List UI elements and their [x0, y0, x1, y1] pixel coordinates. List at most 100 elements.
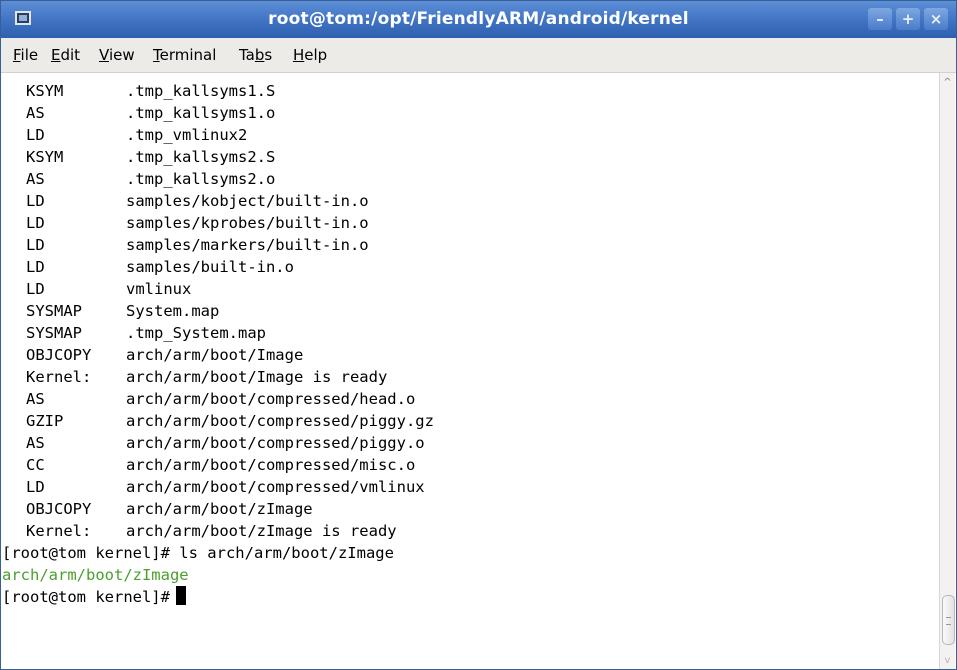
build-step-tag: KSYM	[26, 148, 64, 166]
build-step-tag: OBJCOPY	[26, 346, 92, 364]
build-step-target: arch/arm/boot/zImage	[126, 500, 313, 518]
text-cursor	[175, 586, 186, 605]
build-step-tag: LD	[26, 214, 45, 232]
output-line: SYSMAP .tmp_System.map	[12, 322, 266, 344]
build-step-tag: SYSMAP	[26, 324, 82, 342]
menu-view[interactable]: View	[99, 46, 135, 64]
command-line: [root@tom kernel]# ls arch/arm/boot/zIma…	[2, 544, 394, 562]
menu-view-mnemonic: V	[99, 46, 109, 64]
build-step-target: arch/arm/boot/compressed/vmlinux	[126, 478, 425, 496]
output-line: LD arch/arm/boot/compressed/vmlinux	[12, 476, 425, 498]
menu-tabs-prefix: Ta	[239, 46, 255, 64]
build-step-tag: Kernel:	[26, 522, 92, 540]
build-step-target: samples/built-in.o	[126, 258, 294, 276]
build-step-target: arch/arm/boot/compressed/piggy.gz	[126, 412, 434, 430]
window-controls: – + ×	[868, 8, 948, 30]
menu-help-mnemonic: H	[293, 46, 305, 64]
output-line: CC arch/arm/boot/compressed/misc.o	[12, 454, 415, 476]
output-line: Kernel: arch/arm/boot/zImage is ready	[12, 520, 397, 542]
menu-file[interactable]: File	[13, 46, 38, 64]
build-step-target: .tmp_kallsyms1.o	[126, 104, 276, 122]
output-line: KSYM .tmp_kallsyms1.S	[12, 80, 275, 102]
shell-prompt-line[interactable]: [root@tom kernel]#	[2, 586, 186, 608]
build-step-target: vmlinux	[126, 280, 192, 298]
build-step-tag: LD	[26, 280, 45, 298]
window-title: root@tom:/opt/FriendlyARM/android/kernel	[268, 9, 689, 29]
output-line: LD samples/kobject/built-in.o	[12, 190, 369, 212]
output-line: OBJCOPY arch/arm/boot/zImage	[12, 498, 313, 520]
menu-file-mnemonic: F	[13, 46, 21, 64]
build-step-tag: LD	[26, 236, 45, 254]
menu-help[interactable]: Help	[293, 46, 327, 64]
build-step-target: .tmp_kallsyms2.S	[126, 148, 276, 166]
build-step-target: samples/kobject/built-in.o	[126, 192, 369, 210]
shell-prompt: [root@tom kernel]#	[2, 588, 170, 606]
build-step-tag: KSYM	[26, 82, 64, 100]
output-line: LD samples/kprobes/built-in.o	[12, 212, 369, 234]
output-line: GZIP arch/arm/boot/compressed/piggy.gz	[12, 410, 434, 432]
output-line: LD vmlinux	[12, 278, 191, 300]
terminal-window: root@tom:/opt/FriendlyARM/android/kernel…	[0, 0, 957, 670]
output-line: KSYM .tmp_kallsyms2.S	[12, 146, 275, 168]
scroll-up-arrow-icon[interactable]: ^	[940, 77, 955, 89]
build-step-tag: AS	[26, 390, 45, 408]
build-step-target: System.map	[126, 302, 220, 320]
build-step-tag: LD	[26, 192, 45, 210]
title-bar[interactable]: root@tom:/opt/FriendlyARM/android/kernel…	[1, 1, 956, 38]
build-step-target: arch/arm/boot/compressed/head.o	[126, 390, 416, 408]
menu-terminal[interactable]: Terminal	[153, 46, 216, 64]
menu-file-label: ile	[20, 46, 39, 64]
menu-edit-label: dit	[60, 46, 81, 64]
menu-terminal-label: erminal	[159, 46, 217, 64]
build-step-target: .tmp_vmlinux2	[126, 126, 248, 144]
build-step-tag: LD	[26, 126, 45, 144]
terminal-output[interactable]: KSYM .tmp_kallsyms1.S AS .tmp_kallsyms1.o …	[2, 73, 941, 669]
output-line: AS arch/arm/boot/compressed/piggy.o	[12, 432, 425, 454]
scroll-down-arrow-icon[interactable]: v	[940, 655, 955, 667]
output-line: LD samples/markers/built-in.o	[12, 234, 369, 256]
output-line: AS .tmp_kallsyms2.o	[12, 168, 275, 190]
build-step-tag: GZIP	[26, 412, 64, 430]
menu-tabs-label: s	[264, 46, 273, 64]
vertical-scrollbar[interactable]: ^ v	[939, 73, 955, 669]
scrollbar-grip	[946, 617, 951, 625]
build-step-tag: AS	[26, 170, 45, 188]
build-step-tag: AS	[26, 104, 45, 122]
build-step-target: arch/arm/boot/Image	[126, 346, 304, 364]
menu-terminal-mnemonic: T	[153, 46, 160, 64]
output-line: Kernel: arch/arm/boot/Image is ready	[12, 366, 387, 388]
menu-help-label: elp	[304, 46, 328, 64]
output-line: LD .tmp_vmlinux2	[12, 124, 247, 146]
build-step-target: .tmp_kallsyms1.S	[126, 82, 276, 100]
build-step-tag: AS	[26, 434, 45, 452]
build-step-tag: LD	[26, 478, 45, 496]
output-line: AS arch/arm/boot/compressed/head.o	[12, 388, 415, 410]
build-step-target: arch/arm/boot/zImage is ready	[126, 522, 397, 540]
command-output: arch/arm/boot/zImage	[2, 566, 189, 584]
menu-view-label: iew	[108, 46, 135, 64]
menu-tabs[interactable]: Tabs	[239, 46, 272, 64]
build-step-tag: SYSMAP	[26, 302, 82, 320]
build-step-tag: CC	[26, 456, 45, 474]
build-step-target: .tmp_System.map	[126, 324, 266, 342]
output-line: LD samples/built-in.o	[12, 256, 294, 278]
menu-edit[interactable]: Edit	[51, 46, 80, 64]
build-step-target: arch/arm/boot/compressed/piggy.o	[126, 434, 425, 452]
build-step-target: samples/markers/built-in.o	[126, 236, 369, 254]
build-step-tag: LD	[26, 258, 45, 276]
output-line: OBJCOPY arch/arm/boot/Image	[12, 344, 303, 366]
build-step-target: arch/arm/boot/compressed/misc.o	[126, 456, 416, 474]
scrollbar-thumb[interactable]	[942, 595, 955, 645]
build-step-target: arch/arm/boot/Image is ready	[126, 368, 388, 386]
minimize-icon[interactable]: –	[868, 8, 892, 30]
build-step-tag: OBJCOPY	[26, 500, 92, 518]
maximize-icon[interactable]: +	[896, 8, 920, 30]
output-line: SYSMAP System.map	[12, 300, 219, 322]
build-step-target: .tmp_kallsyms2.o	[126, 170, 276, 188]
menu-bar: File Edit View Terminal Tabs Help	[1, 38, 956, 73]
output-line: AS .tmp_kallsyms1.o	[12, 102, 275, 124]
menu-tabs-mnemonic: b	[254, 46, 265, 64]
close-icon[interactable]: ×	[924, 8, 948, 30]
build-step-tag: Kernel:	[26, 368, 92, 386]
build-step-target: samples/kprobes/built-in.o	[126, 214, 369, 232]
